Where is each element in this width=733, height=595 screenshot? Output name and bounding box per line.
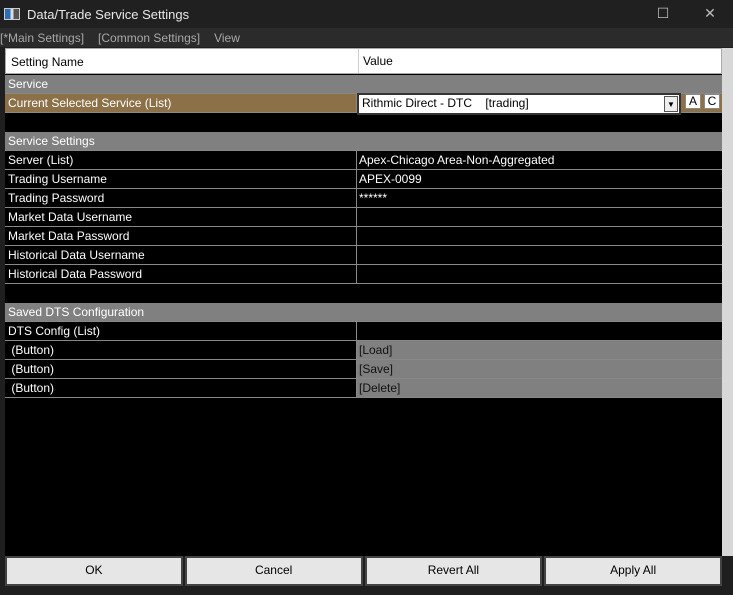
scrollbar[interactable] — [722, 48, 733, 556]
load-button[interactable]: [Load] — [357, 341, 722, 359]
section-service: Service — [5, 75, 722, 94]
menu-common-settings[interactable]: [Common Settings] — [98, 31, 200, 45]
revert-all-button[interactable]: Revert All — [364, 556, 543, 586]
maximize-button[interactable]: ☐ — [640, 0, 686, 28]
menu-view[interactable]: View — [214, 31, 240, 45]
grid-header: Setting Name Value — [5, 48, 722, 74]
a-button[interactable]: A — [685, 94, 701, 109]
button-bar: OK Cancel Revert All Apply All — [5, 556, 722, 586]
section-service-settings: Service Settings — [5, 132, 722, 151]
row-dts-config[interactable]: DTS Config (List) — [5, 322, 722, 341]
table-row[interactable]: Market Data Password — [5, 227, 722, 246]
menu-main-settings[interactable]: [*Main Settings] — [0, 31, 84, 45]
table-row[interactable]: Trading Password ****** — [5, 189, 722, 208]
title-bar: Data/Trade Service Settings ☐ ✕ — [0, 0, 733, 28]
window-title: Data/Trade Service Settings — [27, 6, 190, 22]
section-saved-dts: Saved DTS Configuration — [5, 303, 722, 322]
delete-row[interactable]: (Button) [Delete] — [5, 379, 722, 398]
delete-button[interactable]: [Delete] — [357, 379, 722, 397]
table-row[interactable]: Historical Data Password — [5, 265, 722, 284]
header-setting-name[interactable]: Setting Name — [11, 55, 84, 69]
settings-grid: Setting Name Value Service Current Selec… — [5, 48, 722, 556]
load-row[interactable]: (Button) [Load] — [5, 341, 722, 360]
save-row[interactable]: (Button) [Save] — [5, 360, 722, 379]
save-button[interactable]: [Save] — [357, 360, 722, 378]
menu-bar: [*Main Settings] [Common Settings] View — [0, 28, 733, 47]
cancel-button[interactable]: Cancel — [184, 556, 363, 586]
service-dropdown[interactable]: Rithmic Direct - DTC [trading] ▼ — [357, 93, 681, 115]
close-button[interactable]: ✕ — [687, 0, 733, 28]
table-row[interactable]: Trading Username APEX-0099 — [5, 170, 722, 189]
chevron-down-icon[interactable]: ▼ — [664, 96, 678, 112]
table-row[interactable]: Market Data Username — [5, 208, 722, 227]
table-row[interactable]: Server (List) Apex-Chicago Area-Non-Aggre… — [5, 151, 722, 170]
ok-button[interactable]: OK — [5, 556, 183, 586]
table-row[interactable]: Historical Data Username — [5, 246, 722, 265]
header-value[interactable]: Value — [358, 49, 393, 73]
apply-all-button[interactable]: Apply All — [544, 556, 722, 586]
app-icon — [4, 8, 20, 20]
c-button[interactable]: C — [704, 94, 720, 109]
